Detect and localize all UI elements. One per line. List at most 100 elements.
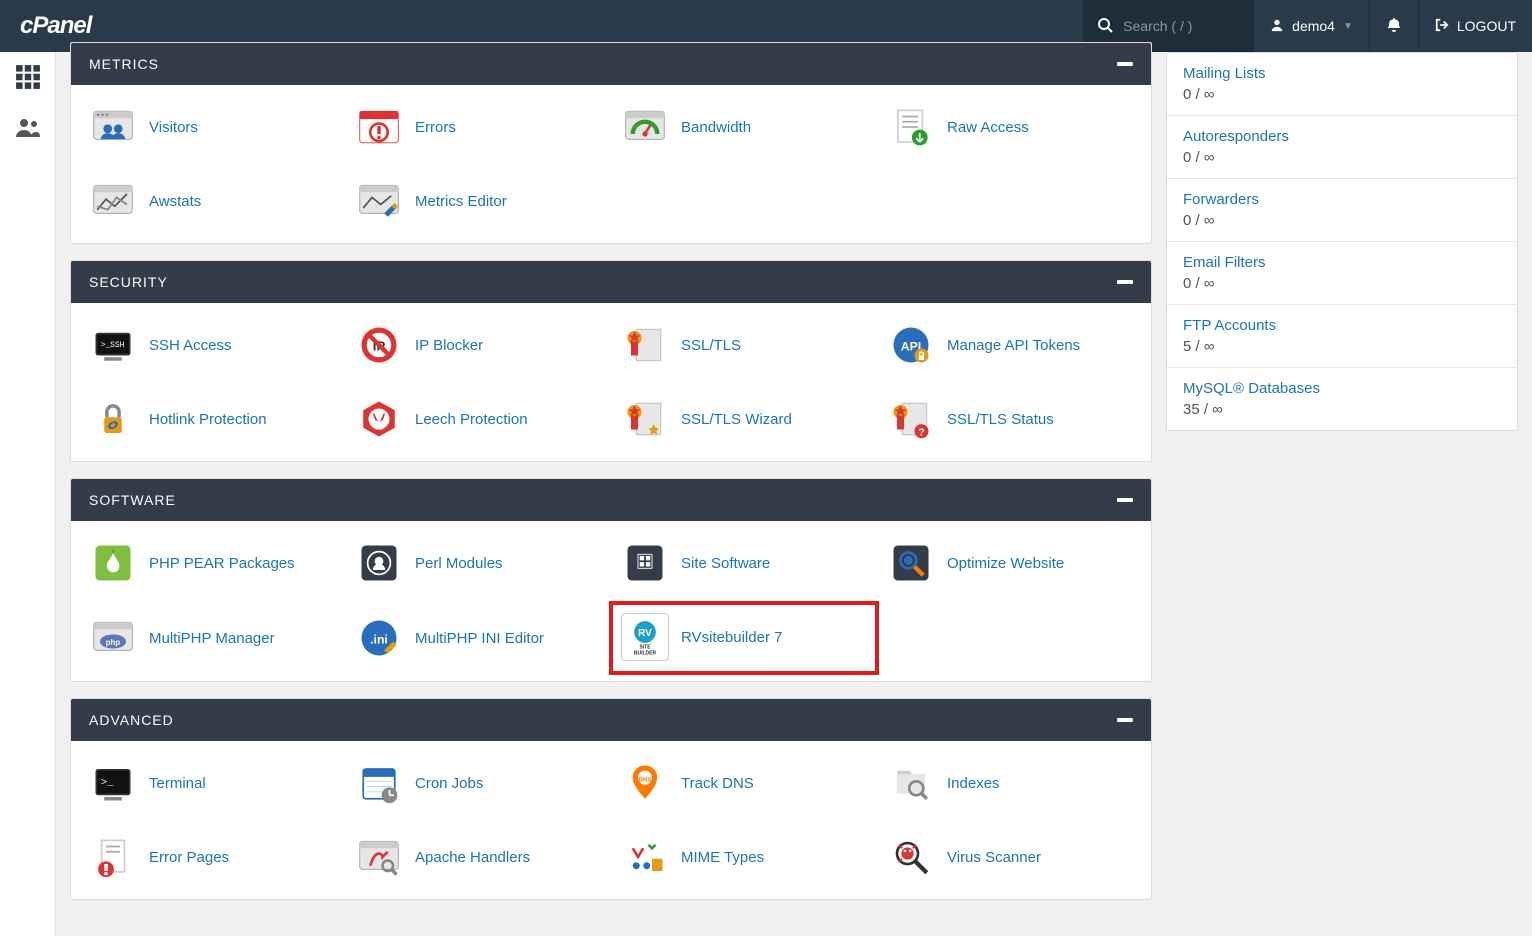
ssl-tls-icon [621, 321, 669, 369]
app-hotlink-protection[interactable]: Hotlink Protection [79, 389, 345, 449]
app-ssl-tls-wizard[interactable]: SSL/TLS Wizard [611, 389, 877, 449]
panel-security-header[interactable]: SECURITY [71, 261, 1151, 303]
search-input[interactable] [1123, 18, 1233, 34]
app-label: SSH Access [149, 337, 232, 354]
app-label: Optimize Website [947, 555, 1064, 572]
panel-security-title: SECURITY [89, 274, 168, 290]
app-label: Track DNS [681, 775, 754, 792]
notifications-button[interactable] [1369, 0, 1418, 52]
app-label: MultiPHP INI Editor [415, 630, 544, 647]
stat-label[interactable]: FTP Accounts [1183, 317, 1276, 334]
app-awstats[interactable]: Awstats [79, 171, 345, 231]
collapse-icon [1117, 498, 1133, 502]
app-label: Apache Handlers [415, 849, 530, 866]
logout-button[interactable]: LOGOUT [1418, 0, 1532, 52]
stats-panel: Mailing Lists 0 / ∞ Autoresponders 0 / ∞… [1166, 52, 1518, 431]
app-label: Visitors [149, 119, 198, 136]
app-ip-blocker[interactable]: IP IP Blocker [345, 315, 611, 375]
leech-icon [355, 395, 403, 443]
nav-users[interactable] [12, 112, 44, 144]
app-manage-api-tokens[interactable]: API Manage API Tokens [877, 315, 1143, 375]
users-icon [14, 116, 42, 141]
app-perl-modules[interactable]: Perl Modules [345, 533, 611, 593]
panel-metrics-header[interactable]: METRICS [71, 43, 1151, 85]
app-multiphp-ini-editor[interactable]: .ini MultiPHP INI Editor [345, 607, 611, 669]
stat-label[interactable]: Autoresponders [1183, 128, 1289, 145]
panel-metrics: METRICS Visitors Errors [70, 42, 1152, 244]
app-metrics-editor[interactable]: Metrics Editor [345, 171, 611, 231]
app-errors[interactable]: Errors [345, 97, 611, 157]
panel-software-header[interactable]: SOFTWARE [71, 479, 1151, 521]
api-tokens-icon: API [887, 321, 935, 369]
app-visitors[interactable]: Visitors [79, 97, 345, 157]
stat-mysql-databases: MySQL® Databases 35 / ∞ [1167, 368, 1517, 430]
app-label: Bandwidth [681, 119, 751, 136]
panel-advanced: ADVANCED >_ Terminal Cron Jobs [70, 698, 1152, 900]
ssh-icon: >_SSH [89, 321, 137, 369]
stat-label[interactable]: MySQL® Databases [1183, 380, 1320, 397]
logo[interactable]: cPanel [20, 12, 91, 40]
svg-text:BUILDER: BUILDER [634, 651, 657, 657]
virus-scanner-icon [887, 833, 935, 881]
nav-dashboard[interactable] [12, 62, 44, 94]
multiphp-icon: php [89, 614, 137, 662]
app-label: Terminal [149, 775, 206, 792]
stat-label[interactable]: Forwarders [1183, 191, 1259, 208]
app-apache-handlers[interactable]: Apache Handlers [345, 827, 611, 887]
perl-icon [355, 539, 403, 587]
app-rvsitebuilder[interactable]: RVSITEBUILDER RVsitebuilder 7 [611, 603, 877, 673]
app-virus-scanner[interactable]: Virus Scanner [877, 827, 1143, 887]
app-error-pages[interactable]: Error Pages [79, 827, 345, 887]
app-multiphp-manager[interactable]: php MultiPHP Manager [79, 607, 345, 669]
metrics-editor-icon [355, 177, 403, 225]
cron-icon [355, 759, 403, 807]
app-label: Errors [415, 119, 456, 136]
app-leech-protection[interactable]: Leech Protection [345, 389, 611, 449]
app-label: PHP PEAR Packages [149, 555, 295, 572]
terminal-icon: >_ [89, 759, 137, 807]
app-site-software[interactable]: Site Software [611, 533, 877, 593]
stat-forwarders: Forwarders 0 / ∞ [1167, 179, 1517, 242]
app-raw-access[interactable]: Raw Access [877, 97, 1143, 157]
apache-icon [355, 833, 403, 881]
rvsitebuilder-icon: RVSITEBUILDER [621, 613, 669, 661]
track-dns-icon: DNS [621, 759, 669, 807]
panel-software-title: SOFTWARE [89, 492, 176, 508]
app-label: Leech Protection [415, 411, 528, 428]
stat-value: 35 / ∞ [1183, 401, 1501, 418]
app-mime-types[interactable]: MIME Types [611, 827, 877, 887]
app-terminal[interactable]: >_ Terminal [79, 753, 345, 813]
app-php-pear-packages[interactable]: PHP PEAR Packages [79, 533, 345, 593]
user-icon [1270, 18, 1284, 35]
app-track-dns[interactable]: DNS Track DNS [611, 753, 877, 813]
app-ssl-tls[interactable]: SSL/TLS [611, 315, 877, 375]
collapse-icon [1117, 62, 1133, 66]
app-indexes[interactable]: Indexes [877, 753, 1143, 813]
search-icon [1097, 17, 1113, 36]
svg-text:>_SSH: >_SSH [101, 341, 125, 350]
collapse-icon [1117, 718, 1133, 722]
app-label: Indexes [947, 775, 1000, 792]
app-label: SSL/TLS [681, 337, 741, 354]
app-label: Cron Jobs [415, 775, 483, 792]
site-software-icon [621, 539, 669, 587]
app-ssl-tls-status[interactable]: ? SSL/TLS Status [877, 389, 1143, 449]
app-ssh-access[interactable]: >_SSH SSH Access [79, 315, 345, 375]
app-bandwidth[interactable]: Bandwidth [611, 97, 877, 157]
left-nav [0, 52, 56, 936]
app-optimize-website[interactable]: Optimize Website [877, 533, 1143, 593]
panel-software: SOFTWARE PHP PEAR Packages Perl Modules [70, 478, 1152, 682]
app-label: Manage API Tokens [947, 337, 1080, 354]
raw-access-icon [887, 103, 935, 151]
stat-value: 0 / ∞ [1183, 275, 1501, 292]
user-label: demo4 [1292, 18, 1335, 34]
stat-label[interactable]: Email Filters [1183, 254, 1266, 271]
stat-label[interactable]: Mailing Lists [1183, 65, 1266, 82]
app-cron-jobs[interactable]: Cron Jobs [345, 753, 611, 813]
stat-autoresponders: Autoresponders 0 / ∞ [1167, 116, 1517, 179]
ini-editor-icon: .ini [355, 614, 403, 662]
chevron-down-icon: ▼ [1343, 21, 1353, 32]
user-menu[interactable]: demo4 ▼ [1253, 0, 1369, 52]
panel-advanced-header[interactable]: ADVANCED [71, 699, 1151, 741]
hotlink-icon [89, 395, 137, 443]
